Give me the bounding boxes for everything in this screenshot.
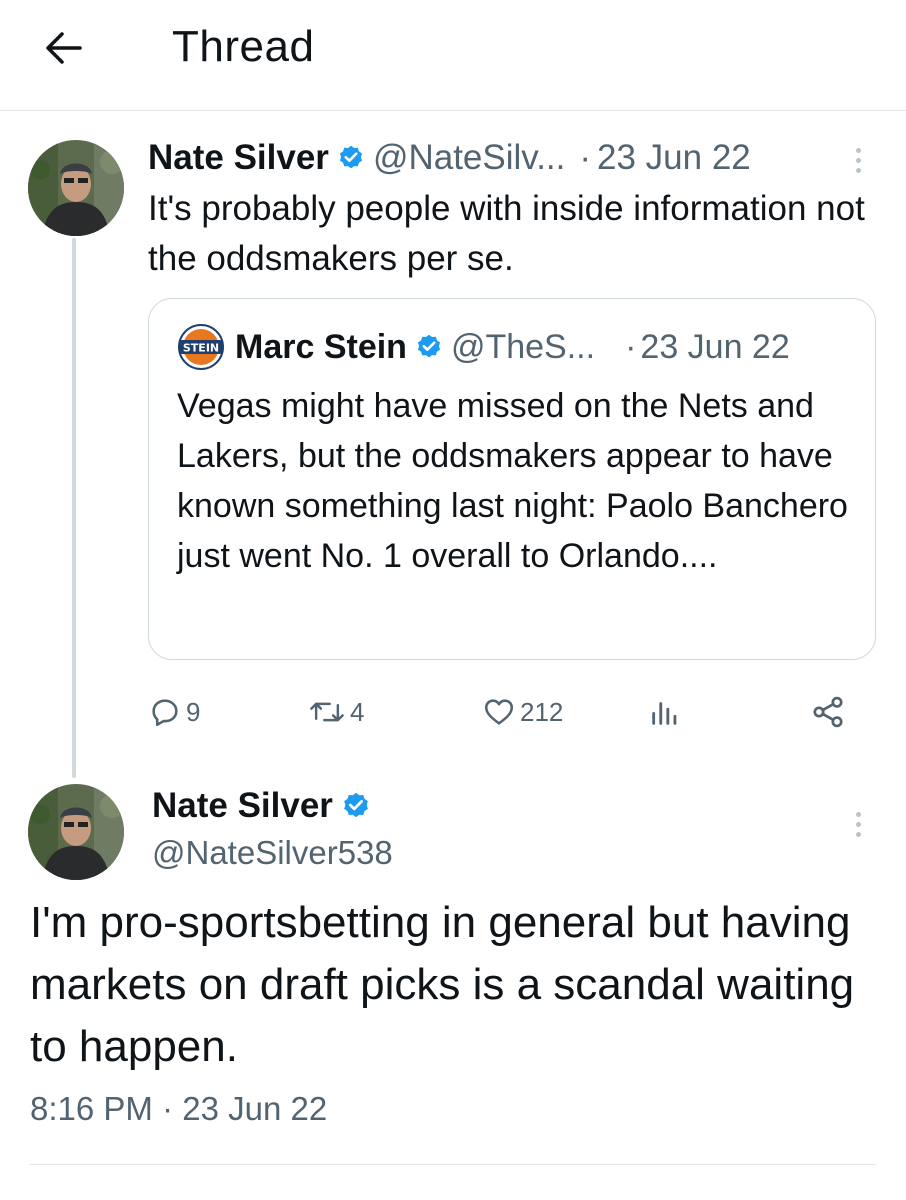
author-handle[interactable]: @NateSilver538 (152, 834, 393, 872)
tweet-header: Nate Silver @NateSilv... · 23 Jun 22 (148, 136, 888, 180)
author-name-row: Nate Silver (152, 786, 379, 826)
divider (30, 1164, 876, 1165)
tweet-text: It's probably people with inside informa… (148, 189, 865, 278)
like-count: 212 (520, 696, 564, 727)
verified-badge-icon (341, 791, 371, 821)
tweet-text: I'm pro-sportsbetting in general but hav… (30, 898, 855, 1071)
more-options-button[interactable] (846, 140, 870, 180)
quote-author-name: Marc Stein (235, 327, 407, 366)
heart-icon (484, 699, 514, 725)
share-icon (813, 696, 843, 728)
quoted-tweet-text: Vegas might have missed on the Nets and … (177, 387, 848, 575)
separator-dot: · (579, 138, 592, 177)
views-button[interactable] (648, 688, 682, 736)
reply-button[interactable]: 9 (148, 688, 200, 736)
reply-count: 9 (186, 696, 201, 727)
tweet-date[interactable]: 23 Jun 22 (597, 138, 751, 178)
quote-author-handle: @TheS... (450, 327, 596, 366)
tweet-time: 8:16 PM (30, 1090, 153, 1127)
retweet-button[interactable]: 4 (308, 688, 364, 736)
views-bar-chart-icon (652, 702, 677, 725)
avatar[interactable] (28, 784, 124, 880)
thread-connector-line (72, 238, 76, 778)
tweet-timestamp[interactable]: 8:16 PM · 23 Jun 22 (30, 1090, 327, 1128)
avatar[interactable] (28, 140, 124, 236)
quoted-tweet-header: STEIN Marc Stein @TheS... · 23 Jun 22 (177, 323, 857, 371)
separator-dot: · (625, 327, 637, 366)
svg-text:STEIN: STEIN (183, 342, 219, 355)
separator-dot: · (162, 1090, 174, 1127)
retweet-icon (310, 702, 344, 722)
author-name[interactable]: Nate Silver (152, 786, 333, 826)
verified-badge-icon (415, 333, 443, 361)
more-options-button[interactable] (846, 804, 870, 844)
quoted-tweet[interactable]: STEIN Marc Stein @TheS... · 23 Jun 22 Ve… (148, 298, 876, 660)
retweet-count: 4 (350, 696, 365, 727)
author-handle[interactable]: @NateSilv... (373, 138, 565, 178)
verified-badge-icon (337, 144, 365, 172)
arrow-left-icon (46, 32, 82, 64)
thread-header: Thread (0, 0, 906, 111)
back-button[interactable] (40, 26, 88, 70)
tweet-action-bar: 9 4 212 (148, 688, 848, 736)
share-button[interactable] (810, 688, 846, 736)
reply-icon (152, 699, 178, 727)
tweet-date: 23 Jun 22 (182, 1090, 328, 1127)
like-button[interactable]: 212 (482, 688, 563, 736)
page-title: Thread (172, 22, 315, 71)
quote-author-avatar: STEIN (177, 323, 225, 371)
author-name[interactable]: Nate Silver (148, 138, 329, 178)
quote-date: 23 Jun 22 (640, 327, 790, 366)
